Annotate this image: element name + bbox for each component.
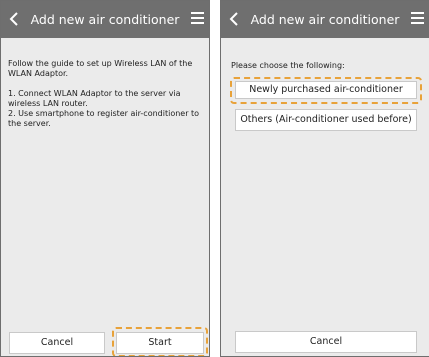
start-button-highlight (112, 327, 208, 356)
guide-step-1: 1. Connect WLAN Adaptor to the server vi… (8, 89, 181, 108)
right-phone-screen: Add new air conditioner Please choose th… (220, 0, 429, 357)
app-header: Add new air conditioner (221, 1, 429, 38)
chevron-left-icon[interactable] (226, 8, 244, 30)
hamburger-menu-icon[interactable] (191, 12, 204, 26)
setup-guide-text: Follow the guide to set up Wireless LAN … (8, 59, 202, 129)
others-option-button[interactable]: Others (Air-conditioner used before) (235, 109, 417, 131)
left-phone-screen: Add new air conditioner Follow the guide… (0, 0, 210, 357)
page-title: Add new air conditioner (30, 12, 180, 27)
guide-intro: Follow the guide to set up Wireless LAN … (8, 59, 193, 78)
page-title: Add new air conditioner (250, 12, 400, 27)
hamburger-menu-icon[interactable] (411, 12, 424, 26)
newly-purchased-highlight (230, 77, 422, 104)
choose-prompt: Please choose the following: (231, 61, 345, 70)
cancel-button[interactable]: Cancel (9, 332, 105, 354)
app-header: Add new air conditioner (1, 1, 209, 38)
cancel-button[interactable]: Cancel (235, 331, 417, 353)
guide-step-2: 2. Use smartphone to register air-condit… (8, 109, 200, 128)
chevron-left-icon[interactable] (6, 8, 24, 30)
